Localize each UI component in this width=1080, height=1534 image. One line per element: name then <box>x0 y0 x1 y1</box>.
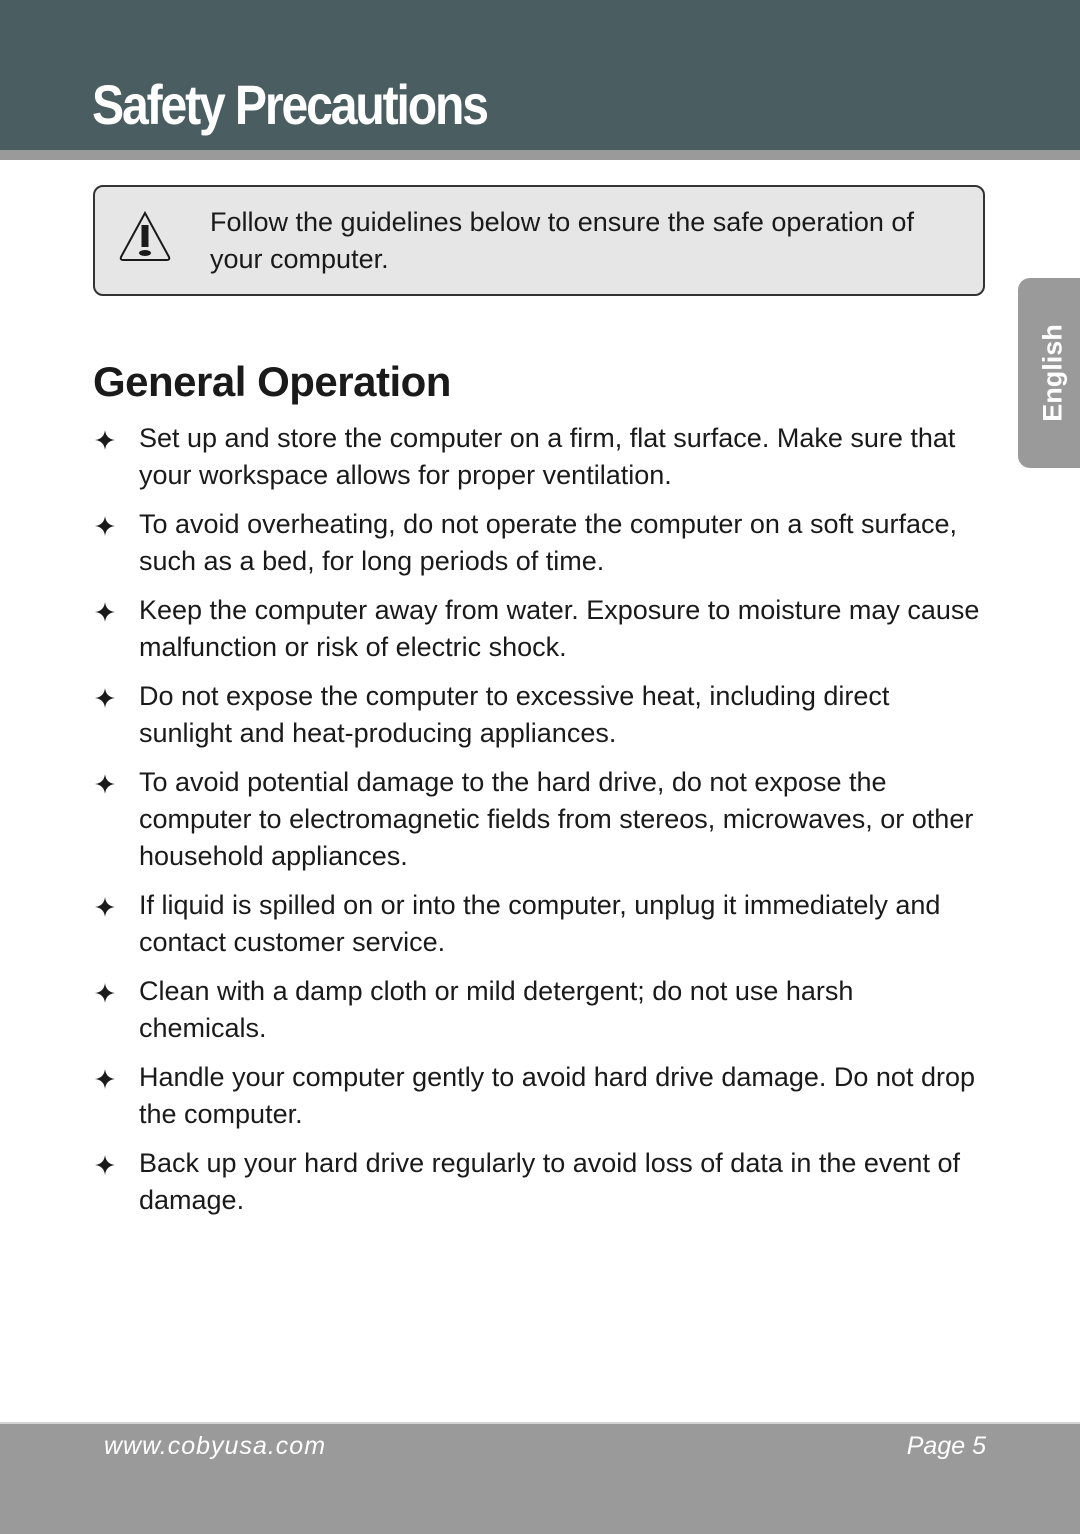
four-point-star-icon <box>95 516 115 536</box>
notice-text: Follow the guidelines below to ensure th… <box>210 207 914 274</box>
list-item: Do not expose the computer to excessive … <box>93 678 983 752</box>
list-item: Keep the computer away from water. Expos… <box>93 592 983 666</box>
four-point-star-icon <box>95 897 115 917</box>
four-point-star-icon <box>95 983 115 1003</box>
language-tab-label: English <box>1037 324 1068 422</box>
safety-notice-box: Follow the guidelines below to ensure th… <box>93 185 985 296</box>
list-item: Handle your computer gently to avoid har… <box>93 1059 983 1133</box>
list-item: If liquid is spilled on or into the comp… <box>93 887 983 961</box>
warning-triangle-icon <box>119 210 171 261</box>
four-point-star-icon <box>95 774 115 794</box>
list-item: To avoid potential damage to the hard dr… <box>93 764 983 875</box>
four-point-star-icon <box>95 1155 115 1175</box>
list-item-text: Do not expose the computer to excessive … <box>139 681 890 748</box>
page-header: Safety Precautions <box>0 0 1080 150</box>
list-item-text: Handle your computer gently to avoid har… <box>139 1062 975 1129</box>
header-divider <box>0 150 1080 160</box>
list-item: Set up and store the computer on a firm,… <box>93 420 983 494</box>
list-item-text: Clean with a damp cloth or mild detergen… <box>139 976 854 1043</box>
list-item-text: If liquid is spilled on or into the comp… <box>139 890 941 957</box>
page-title: Safety Precautions <box>92 73 489 136</box>
list-item: To avoid overheating, do not operate the… <box>93 506 983 580</box>
four-point-star-icon <box>95 1069 115 1089</box>
list-item: Back up your hard drive regularly to avo… <box>93 1145 983 1219</box>
list-item: Clean with a damp cloth or mild detergen… <box>93 973 983 1047</box>
list-item-text: To avoid overheating, do not operate the… <box>139 509 958 576</box>
precautions-list: Set up and store the computer on a firm,… <box>93 420 983 1231</box>
page-footer: www.cobyusa.com Page 5 <box>0 1422 1080 1534</box>
language-tab: English <box>1018 278 1080 468</box>
footer-url: www.cobyusa.com <box>104 1432 327 1460</box>
four-point-star-icon <box>95 430 115 450</box>
list-item-text: Back up your hard drive regularly to avo… <box>139 1148 960 1215</box>
four-point-star-icon <box>95 688 115 708</box>
four-point-star-icon <box>95 602 115 622</box>
section-title: General Operation <box>93 358 451 405</box>
list-item-text: To avoid potential damage to the hard dr… <box>139 767 974 871</box>
page-number: Page 5 <box>906 1432 986 1460</box>
list-item-text: Keep the computer away from water. Expos… <box>139 595 980 662</box>
list-item-text: Set up and store the computer on a firm,… <box>139 423 956 490</box>
